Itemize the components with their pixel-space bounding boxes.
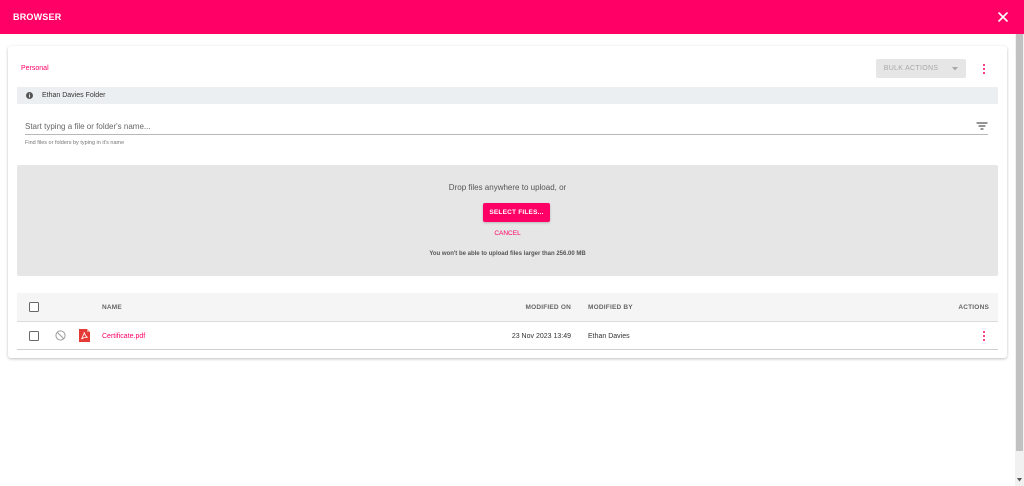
more-vertical-icon <box>982 330 986 334</box>
folder-name: Ethan Davies Folder <box>42 92 106 99</box>
drop-instructions: Drop files anywhere to upload, or <box>448 183 567 192</box>
cancel-upload-link[interactable]: CANCEL <box>17 230 998 237</box>
table-row[interactable]: Certificate.pdf 23 Nov 2023 13:49 Ethan … <box>17 323 998 350</box>
search-hint: Find files or folders by typing in it's … <box>25 140 125 146</box>
more-vertical-icon <box>982 63 986 67</box>
column-header-modified-by[interactable]: MODIFIED BY <box>588 304 633 311</box>
bulk-actions-label: BULK ACTIONS <box>883 65 939 72</box>
more-vertical-icon-dot <box>982 67 986 71</box>
row-checkbox[interactable] <box>29 331 39 341</box>
search-input[interactable] <box>25 119 988 135</box>
breadcrumb[interactable]: Personal <box>21 65 49 72</box>
modified-on-cell: 23 Nov 2023 13:49 <box>511 333 571 340</box>
close-icon <box>998 12 1008 22</box>
row-actions-button[interactable] <box>979 329 989 343</box>
upload-size-limit: You won't be able to upload files larger… <box>429 251 586 257</box>
folder-info-bar: Ethan Davies Folder <box>17 87 998 104</box>
column-header-actions: ACTIONS <box>958 304 989 311</box>
caret-down-icon <box>952 66 959 70</box>
cancel-label[interactable]: CANCEL <box>494 230 520 237</box>
table-header: NAME MODIFIED ON MODIFIED BY ACTIONS <box>17 293 998 322</box>
select-all-checkbox[interactable] <box>29 302 39 312</box>
browser-card: Personal BULK ACTIONS Ethan Davies Folde… <box>8 46 1007 358</box>
bulk-actions-button[interactable]: BULK ACTIONS <box>876 59 966 78</box>
info-icon <box>26 92 33 99</box>
select-files-button[interactable]: SELECT FILES... <box>483 203 550 222</box>
column-header-name[interactable]: NAME <box>102 304 122 311</box>
triangle-down-icon <box>1017 478 1022 482</box>
more-vertical-icon-dot <box>982 334 986 338</box>
top-bar: BROWSER <box>0 0 1024 34</box>
close-button[interactable] <box>992 6 1014 28</box>
window-title: BROWSER <box>13 12 62 22</box>
file-name-link[interactable]: Certificate.pdf <box>102 333 145 340</box>
more-options-button[interactable] <box>979 62 989 76</box>
more-vertical-icon-dot <box>982 71 986 75</box>
filter-icon[interactable] <box>976 120 988 132</box>
scrollbar-thumb[interactable] <box>1016 34 1023 451</box>
pdf-icon <box>79 329 90 342</box>
scroll-down-arrow[interactable] <box>1015 476 1024 484</box>
modified-by-cell: Ethan Davies <box>588 333 630 340</box>
ban-icon <box>55 330 66 341</box>
page-scrollbar[interactable] <box>1015 34 1024 486</box>
column-header-modified-on[interactable]: MODIFIED ON <box>525 304 571 311</box>
upload-dropzone[interactable]: Drop files anywhere to upload, or SELECT… <box>17 165 998 276</box>
more-vertical-icon-dot <box>982 338 986 342</box>
